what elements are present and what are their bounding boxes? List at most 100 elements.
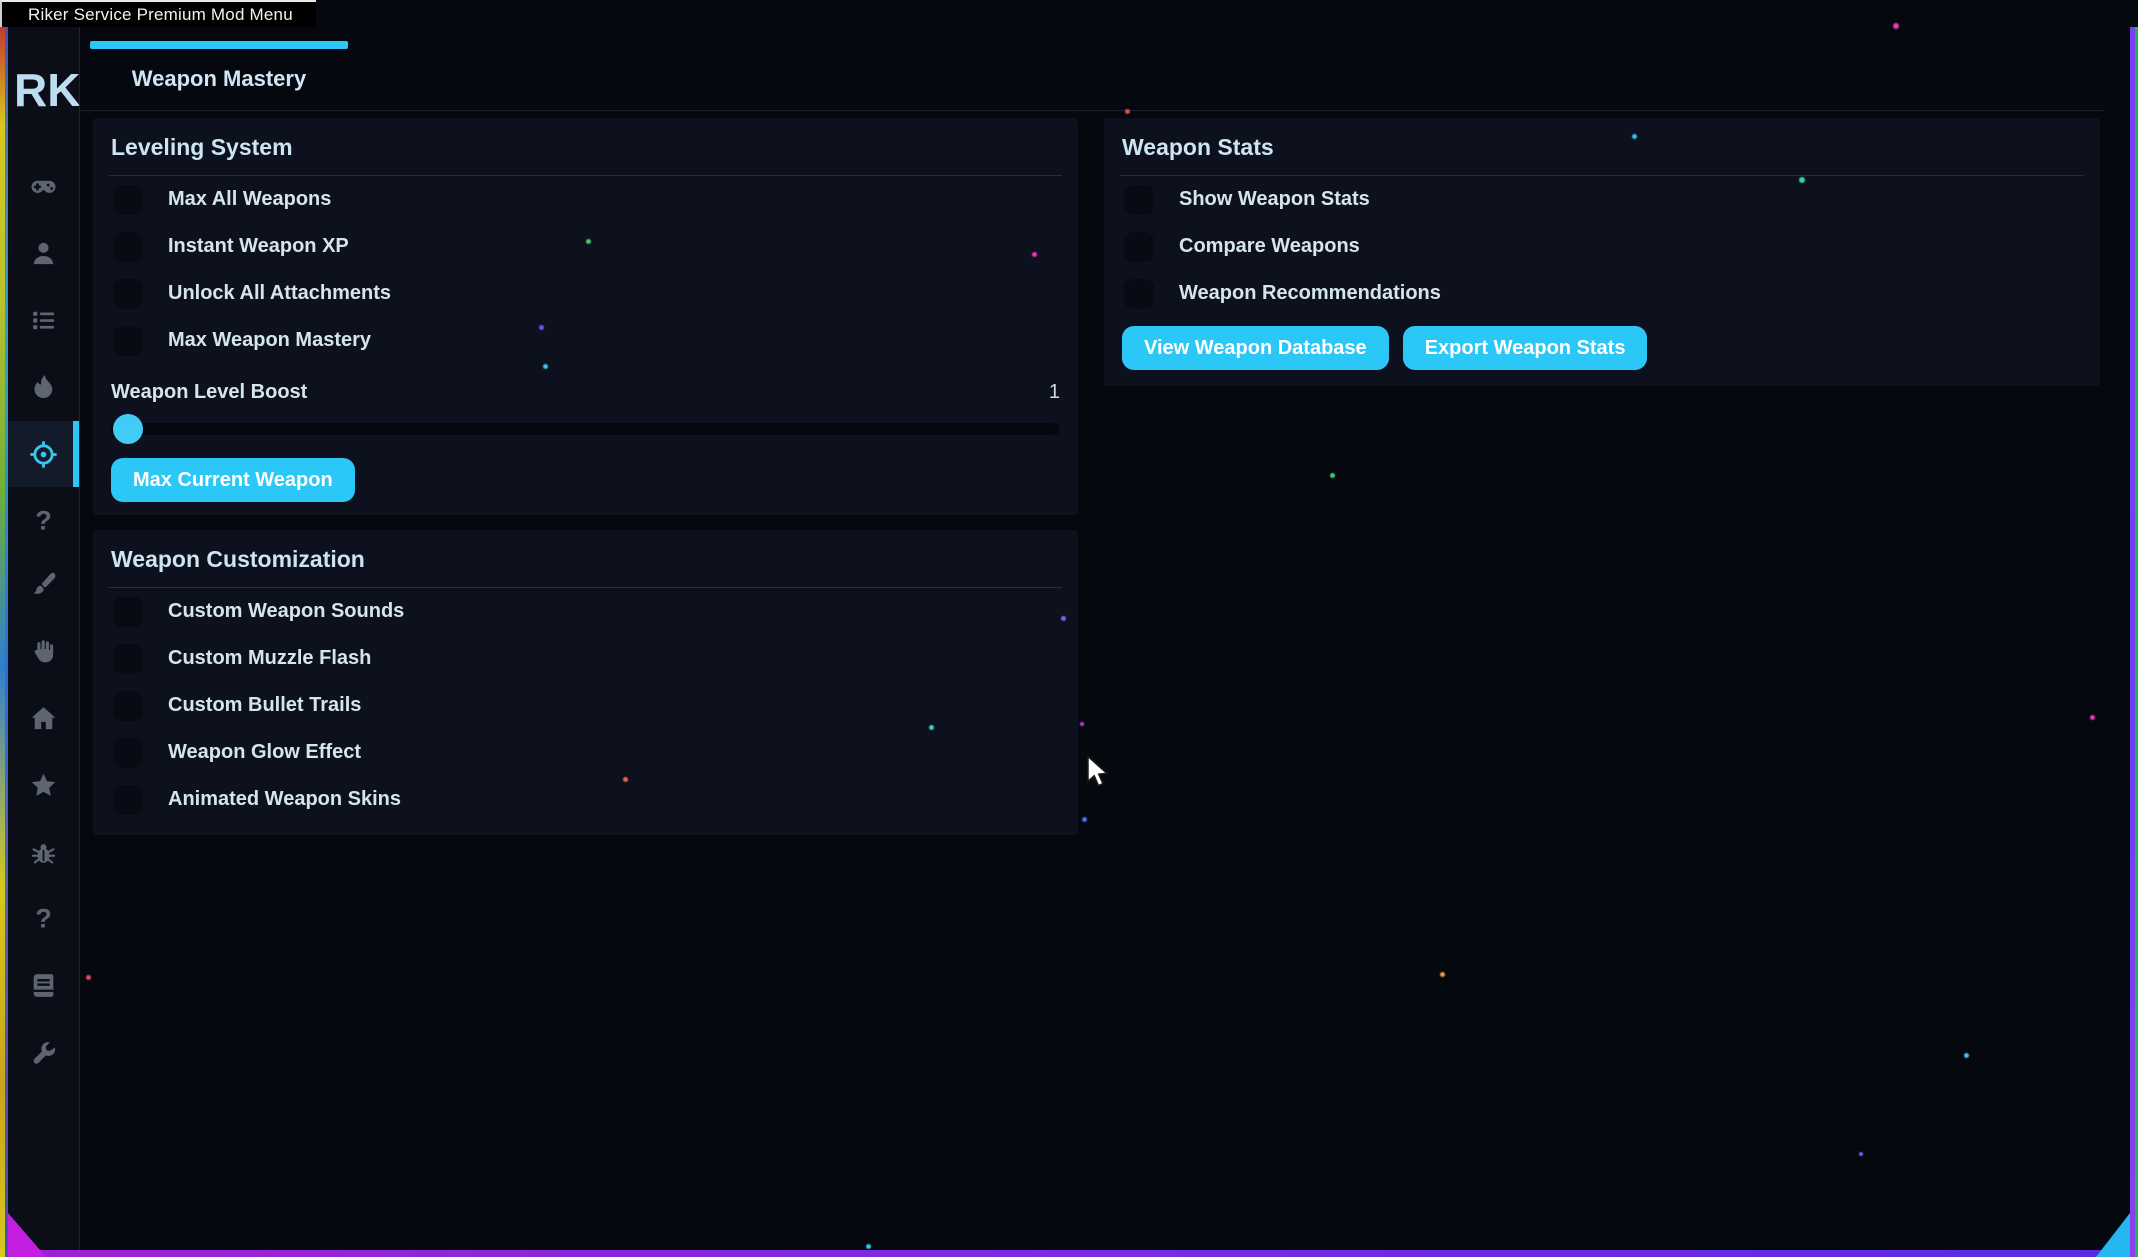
checkbox[interactable]	[113, 232, 143, 262]
window-titlebar[interactable]: Riker Service Premium Mod Menu	[0, 0, 316, 27]
toggle-show-weapon-stats[interactable]: Show Weapon Stats	[1124, 176, 2082, 223]
panel-leveling-system: Leveling System Max All Weapons Instant …	[93, 118, 1078, 515]
journal-icon	[28, 970, 59, 1001]
sidebar-item-help-2[interactable]: ?	[8, 886, 79, 952]
particle-dot	[1799, 177, 1805, 183]
sidebar-item-crosshair-active[interactable]	[8, 421, 79, 487]
particle-dot	[1330, 473, 1335, 478]
mouse-cursor	[1086, 755, 1114, 789]
toggle-max-weapon-mastery[interactable]: Max Weapon Mastery	[113, 317, 1060, 364]
toggle-weapon-recommendations[interactable]: Weapon Recommendations	[1124, 270, 2082, 317]
particle-dot	[1082, 817, 1087, 822]
particle-dot	[1440, 972, 1445, 977]
flame-icon	[28, 372, 59, 403]
particle-dot	[86, 975, 91, 980]
particle-dot	[929, 725, 934, 730]
panel-weapon-customization: Weapon Customization Custom Weapon Sound…	[93, 530, 1078, 835]
panel-title: Leveling System	[111, 118, 1060, 175]
particle-dot	[1893, 23, 1899, 29]
slider-thumb[interactable]	[113, 414, 143, 444]
window-corner-accent-right	[2096, 1213, 2130, 1257]
weapon-level-boost-slider[interactable]	[111, 414, 1060, 444]
checkbox[interactable]	[113, 738, 143, 768]
particle-dot	[1125, 109, 1130, 114]
max-current-weapon-button[interactable]: Max Current Weapon	[111, 458, 355, 502]
particle-dot	[623, 777, 628, 782]
sidebar-item-paintbrush[interactable]	[8, 551, 79, 617]
particle-dot	[1061, 616, 1066, 621]
checkbox[interactable]	[113, 644, 143, 674]
svg-text:?: ?	[35, 506, 52, 535]
sidebar-item-hand[interactable]	[8, 618, 79, 684]
toggle-custom-muzzle-flash[interactable]: Custom Muzzle Flash	[113, 635, 1060, 682]
checkbox[interactable]	[113, 597, 143, 627]
toggle-label: Compare Weapons	[1179, 235, 1360, 258]
toggle-compare-weapons[interactable]: Compare Weapons	[1124, 223, 2082, 270]
particle-dot	[1032, 252, 1037, 257]
window-corner-accent-left	[8, 1213, 46, 1257]
sidebar-item-bug[interactable]	[8, 819, 79, 885]
toggle-label: Weapon Recommendations	[1179, 282, 1441, 305]
toggle-label: Show Weapon Stats	[1179, 188, 1370, 211]
particle-dot	[586, 239, 591, 244]
paintbrush-icon	[28, 569, 59, 600]
tab-weapon-mastery[interactable]: Weapon Mastery	[90, 66, 348, 92]
toggle-max-all-weapons[interactable]: Max All Weapons	[113, 176, 1060, 223]
star-icon	[28, 770, 59, 801]
mod-menu-window: Riker Service Premium Mod Menu RKR	[0, 0, 2138, 1257]
checkbox[interactable]	[113, 691, 143, 721]
toggle-animated-weapon-skins[interactable]: Animated Weapon Skins	[113, 776, 1060, 823]
slider-value: 1	[1049, 381, 1060, 404]
sidebar-item-help[interactable]: ?	[8, 488, 79, 554]
checkbox[interactable]	[1124, 232, 1154, 262]
window-border-right	[2130, 27, 2138, 1257]
sidebar-item-home[interactable]	[8, 685, 79, 751]
toggle-label: Instant Weapon XP	[168, 235, 349, 258]
checkbox[interactable]	[113, 326, 143, 356]
slider-track[interactable]	[111, 423, 1060, 435]
view-weapon-database-button[interactable]: View Weapon Database	[1122, 326, 1389, 370]
sidebar-item-flame[interactable]	[8, 354, 79, 420]
toggle-instant-weapon-xp[interactable]: Instant Weapon XP	[113, 223, 1060, 270]
particle-dot	[866, 1244, 871, 1249]
particle-dot	[1080, 722, 1084, 726]
list-icon	[28, 305, 59, 336]
toggle-custom-bullet-trails[interactable]: Custom Bullet Trails	[113, 682, 1060, 729]
wrench-icon	[28, 1039, 59, 1070]
sidebar-item-star[interactable]	[8, 752, 79, 818]
toggle-label: Max Weapon Mastery	[168, 329, 371, 352]
crosshair-icon	[28, 439, 59, 470]
toggle-custom-weapon-sounds[interactable]: Custom Weapon Sounds	[113, 588, 1060, 635]
player-icon	[28, 238, 59, 269]
sidebar-item-gamepad[interactable]	[8, 153, 79, 219]
window-title: Riker Service Premium Mod Menu	[28, 5, 293, 25]
sidebar-divider	[79, 27, 80, 1250]
particle-dot	[539, 325, 544, 330]
sidebar-item-player[interactable]	[8, 220, 79, 286]
sidebar-item-journal[interactable]	[8, 952, 79, 1018]
sidebar-item-wrench[interactable]	[8, 1021, 79, 1087]
export-weapon-stats-button[interactable]: Export Weapon Stats	[1403, 326, 1648, 370]
home-icon	[28, 703, 59, 734]
toggle-label: Max All Weapons	[168, 188, 331, 211]
sidebar-item-list[interactable]	[8, 287, 79, 353]
window-border-left	[0, 27, 8, 1257]
checkbox[interactable]	[113, 785, 143, 815]
sidebar: RKR	[8, 27, 79, 1250]
app-logo: RKR	[14, 63, 79, 117]
toggle-label: Custom Muzzle Flash	[168, 647, 371, 670]
particle-dot	[1632, 134, 1637, 139]
question-icon: ?	[28, 904, 59, 935]
bug-icon	[28, 837, 59, 868]
toggle-unlock-all-attachments[interactable]: Unlock All Attachments	[113, 270, 1060, 317]
checkbox[interactable]	[1124, 279, 1154, 309]
checkbox[interactable]	[113, 279, 143, 309]
checkbox[interactable]	[1124, 185, 1154, 215]
toggle-label: Weapon Glow Effect	[168, 741, 361, 764]
particle-dot	[2090, 715, 2095, 720]
hand-icon	[28, 636, 59, 667]
checkbox[interactable]	[113, 185, 143, 215]
gamepad-icon	[28, 171, 59, 202]
panel-title: Weapon Stats	[1122, 118, 2082, 175]
toggle-weapon-glow-effect[interactable]: Weapon Glow Effect	[113, 729, 1060, 776]
